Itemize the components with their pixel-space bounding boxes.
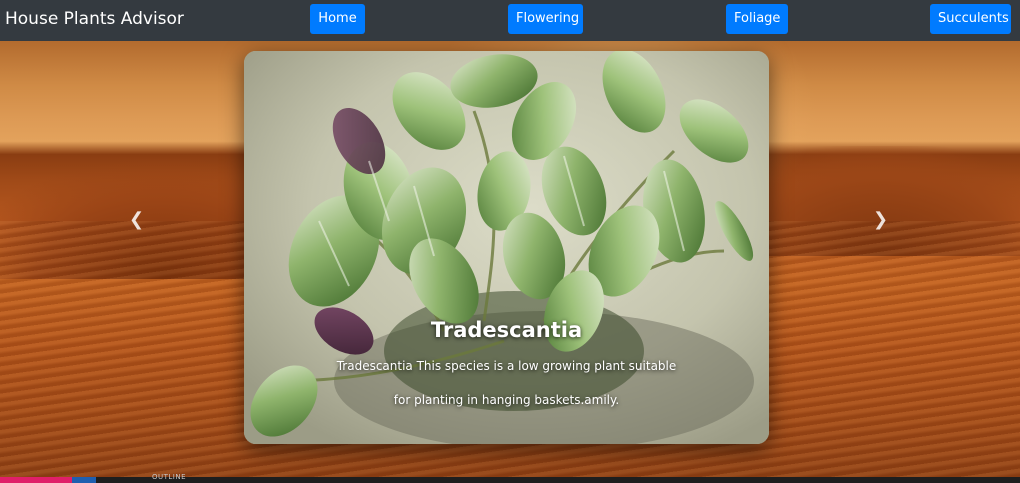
navbar: House Plants Advisor Home Flowering Foli…	[0, 0, 1020, 41]
taskbar-app-icon[interactable]	[0, 477, 72, 483]
chevron-right-icon[interactable]: ❯	[873, 209, 888, 230]
nav-home-button[interactable]: Home	[310, 4, 365, 34]
taskbar-app-icon[interactable]	[72, 477, 96, 483]
brand-title[interactable]: House Plants Advisor	[5, 9, 184, 29]
taskbar: OUTLINE	[0, 473, 1020, 483]
slide-card: Tradescantia Tradescantia This species i…	[244, 51, 769, 444]
slide-description: Tradescantia This species is a low growi…	[336, 359, 677, 407]
nav-succulents-button[interactable]: Succulents	[930, 4, 1011, 34]
slide-title: Tradescantia	[430, 318, 583, 342]
carousel: ❮ ❯ Tradescantia Tradescantia This speci…	[0, 41, 1020, 477]
chevron-left-icon[interactable]: ❮	[129, 209, 144, 230]
nav-flowering-button[interactable]: Flowering	[508, 4, 583, 34]
nav-foliage-button[interactable]: Foliage	[726, 4, 788, 34]
taskbar-outline-label: OUTLINE	[152, 473, 187, 481]
